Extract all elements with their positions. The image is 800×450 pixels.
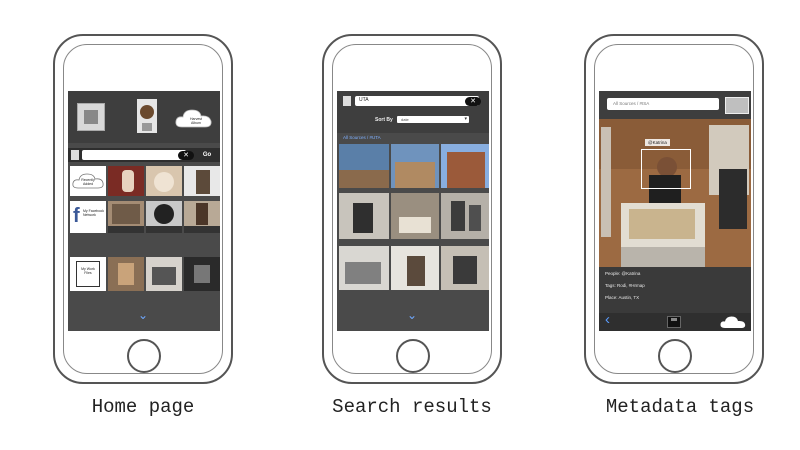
home-button[interactable] — [658, 339, 692, 373]
phone-search: UTA ✕ Sort By date ▾ All Sources / #UTA — [322, 34, 502, 384]
clear-search-icon[interactable]: ✕ — [178, 150, 194, 160]
profile-avatar[interactable] — [137, 99, 157, 133]
album-thumbnail[interactable] — [77, 103, 105, 131]
photo-thumbnail[interactable] — [146, 201, 182, 233]
result-thumbnail[interactable] — [391, 246, 439, 290]
chevron-down-icon: ▾ — [464, 116, 467, 122]
thumbnail-icon[interactable] — [725, 97, 749, 114]
facebook-tile-label: My Facebook Network — [83, 209, 105, 217]
result-thumbnail[interactable] — [339, 246, 389, 290]
tags-line[interactable]: Tags: Rodi, #Hrmap — [605, 283, 645, 288]
clear-search-icon[interactable]: ✕ — [465, 96, 481, 106]
search-placeholder: All Sources / #ISA — [613, 101, 650, 106]
chevron-down-icon[interactable]: ⌄ — [407, 309, 417, 321]
facebook-icon: f — [73, 205, 80, 227]
photo-thumbnail[interactable] — [108, 201, 144, 233]
phone-home: Harvest Album ✕ Go Recently Added f My F… — [53, 34, 233, 384]
save-icon[interactable] — [667, 316, 681, 328]
caption-home: Home page — [91, 396, 195, 418]
face-tag-box[interactable] — [641, 149, 691, 189]
search-query-input[interactable]: UTA — [355, 96, 479, 106]
menu-icon[interactable] — [343, 96, 351, 106]
place-line[interactable]: Place: Austin, TX — [605, 295, 639, 300]
photo-thumbnail[interactable] — [146, 257, 182, 291]
home-screen: Harvest Album ✕ Go Recently Added f My F… — [68, 91, 220, 331]
caption-search: Search results — [332, 396, 492, 418]
result-thumbnail[interactable] — [441, 193, 489, 239]
main-photo[interactable]: @Katrina — [599, 119, 751, 267]
search-query-text: UTA — [359, 97, 369, 103]
result-thumbnail[interactable] — [339, 193, 389, 239]
result-thumbnail[interactable] — [391, 144, 439, 188]
photo-thumbnail[interactable] — [184, 257, 220, 291]
recently-added-label: Recently Added — [81, 178, 95, 186]
home-search-input[interactable] — [82, 150, 186, 160]
photo-thumbnail[interactable] — [108, 166, 144, 196]
work-files-label: My Work Files — [81, 267, 95, 275]
breadcrumb[interactable]: All Sources / #UTA — [343, 135, 381, 140]
face-tag-label: @Katrina — [645, 139, 670, 146]
caption-metadata: Metadata tags — [605, 396, 755, 418]
metadata-search-input[interactable]: All Sources / #ISA — [607, 98, 719, 110]
back-arrow-icon[interactable]: ‹ — [605, 312, 610, 328]
photo-thumbnail[interactable] — [108, 257, 144, 291]
home-button[interactable] — [127, 339, 161, 373]
people-line[interactable]: People: @Katrina — [605, 271, 640, 276]
cloud-label: Harvest Album — [189, 117, 203, 125]
search-screen: UTA ✕ Sort By date ▾ All Sources / #UTA — [337, 91, 489, 331]
chevron-down-icon[interactable]: ⌄ — [138, 309, 148, 321]
result-thumbnail[interactable] — [391, 193, 439, 239]
go-button[interactable]: Go — [198, 150, 216, 160]
work-files-tile[interactable]: My Work Files — [70, 257, 106, 291]
home-button[interactable] — [396, 339, 430, 373]
menu-icon[interactable] — [71, 150, 79, 160]
cloud-icon[interactable]: Harvest Album — [174, 107, 214, 129]
sort-value: date — [401, 117, 409, 122]
photo-thumbnail[interactable] — [184, 166, 220, 196]
phone-metadata: All Sources / #ISA @Katrina People: @Kat… — [584, 34, 764, 384]
facebook-network-tile[interactable]: f My Facebook Network — [70, 201, 106, 233]
cloud-upload-icon[interactable] — [719, 315, 747, 329]
metadata-screen: All Sources / #ISA @Katrina People: @Kat… — [599, 91, 751, 331]
sort-select[interactable]: date ▾ — [397, 116, 469, 123]
photo-thumbnail[interactable] — [146, 166, 182, 196]
result-thumbnail[interactable] — [441, 144, 489, 188]
photo-thumbnail[interactable] — [184, 201, 220, 233]
result-thumbnail[interactable] — [441, 246, 489, 290]
result-thumbnail[interactable] — [339, 144, 389, 188]
recently-added-tile[interactable]: Recently Added — [70, 166, 106, 196]
sort-label: Sort By — [375, 117, 393, 123]
